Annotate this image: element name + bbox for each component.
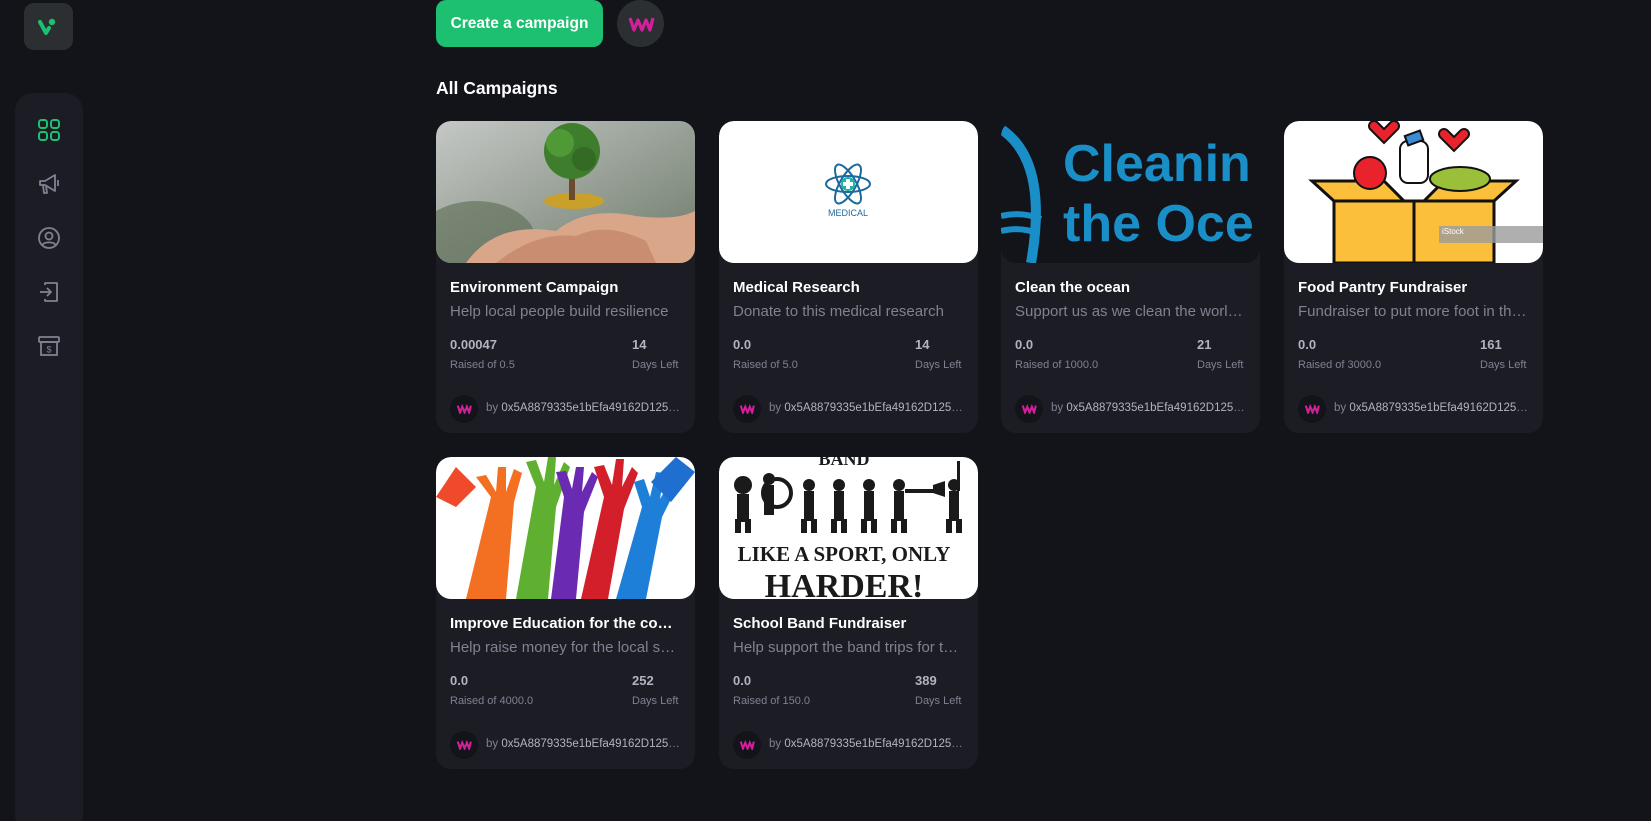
section-title: All Campaigns — [436, 78, 558, 98]
campaign-card[interactable]: iStock Food Pantry Fundraiser Fundraiser… — [1284, 121, 1543, 433]
campaign-description: Help raise money for the local school — [450, 639, 682, 656]
campaign-title: Improve Education for the community — [450, 615, 682, 632]
campaign-card[interactable]: BAND LIKE A SPORT, ONLY HARDER! School B… — [719, 457, 978, 769]
owner-address: by 0x5A8879335e1bEfa49162D125bed0c9A1B0b… — [1051, 402, 1249, 414]
owner-avatar — [1298, 395, 1326, 423]
campaign-image — [436, 457, 695, 599]
campaign-title: School Band Fundraiser — [733, 615, 907, 632]
logo-icon — [37, 18, 55, 35]
amount-raised: 0.0 — [450, 673, 469, 688]
owner-address: by 0x5A8879335e1bEfa49162D125bed0c9A1B0b… — [769, 738, 967, 750]
image-caption: LIKE A SPORT, ONLY — [738, 542, 951, 566]
owner-avatar — [733, 731, 761, 759]
dashboard-icon — [38, 119, 60, 141]
days-left: 161 — [1480, 337, 1502, 352]
days-left-label: Days Left — [915, 695, 962, 707]
image-caption: iStock — [1442, 227, 1465, 236]
campaign-description: Help support the band trips for the scho… — [733, 639, 965, 656]
amount-raised: 0.0 — [733, 673, 752, 688]
nav-campaign[interactable] — [35, 170, 63, 198]
withdraw-icon: $ — [38, 336, 60, 356]
campaign-image: MEDICAL — [719, 121, 978, 263]
brand-icon — [1021, 404, 1037, 414]
amount-raised: 0.0 — [1015, 337, 1034, 352]
image-caption: HARDER! — [765, 568, 924, 599]
campaign-card[interactable]: Cleanin the Oce Clean the ocean Support … — [1001, 121, 1260, 433]
campaign-image: Cleanin the Oce — [1001, 121, 1260, 263]
raised-label: Raised of 0.5 — [450, 359, 515, 371]
days-left: 14 — [632, 337, 647, 352]
sidebar-nav: $ — [15, 93, 83, 821]
amount-raised: 0.0 — [1298, 337, 1317, 352]
raised-label: Raised of 150.0 — [733, 695, 811, 707]
brand-icon — [739, 404, 755, 414]
days-left: 14 — [915, 337, 930, 352]
nav-withdraw[interactable]: $ — [35, 332, 63, 360]
campaign-image — [436, 121, 695, 263]
nav-profile[interactable] — [35, 224, 63, 252]
megaphone-icon — [39, 174, 59, 194]
amount-raised: 0.00047 — [450, 337, 497, 352]
owner-avatar — [1015, 395, 1043, 423]
campaign-card[interactable]: Improve Education for the community Help… — [436, 457, 695, 769]
brand-icon — [456, 404, 472, 414]
app-logo[interactable] — [24, 3, 73, 50]
brand-icon — [739, 740, 755, 750]
campaign-card[interactable]: MEDICAL Medical Research Donate to this … — [719, 121, 978, 433]
profile-avatar-button[interactable] — [617, 0, 664, 47]
owner-address: by 0x5A8879335e1bEfa49162D125bed0c9A1B0b… — [486, 402, 684, 414]
campaign-title: Medical Research — [733, 279, 860, 296]
logout-icon — [40, 282, 58, 302]
create-campaign-button[interactable]: Create a campaign — [436, 0, 603, 47]
campaign-title: Environment Campaign — [450, 279, 619, 296]
owner-address: by 0x5A8879335e1bEfa49162D125bed0c9A1B0b… — [769, 402, 967, 414]
campaign-title: Food Pantry Fundraiser — [1298, 279, 1468, 296]
days-left-label: Days Left — [632, 695, 679, 707]
days-left-label: Days Left — [632, 359, 679, 371]
image-caption: MEDICAL — [828, 208, 868, 218]
raised-label: Raised of 3000.0 — [1298, 359, 1382, 371]
raised-label: Raised of 4000.0 — [450, 695, 534, 707]
svg-text:$: $ — [46, 345, 51, 355]
campaign-description: Support us as we clean the world's ocean… — [1015, 303, 1247, 320]
image-caption: the Oce — [1063, 195, 1254, 253]
profile-icon — [38, 227, 60, 249]
campaign-description: Fundraiser to put more foot in the pantr… — [1298, 303, 1530, 320]
brand-icon — [1304, 404, 1320, 414]
days-left: 252 — [632, 673, 654, 688]
campaign-card[interactable]: Environment Campaign Help local people b… — [436, 121, 695, 433]
campaign-image: iStock — [1284, 121, 1543, 263]
owner-avatar — [733, 395, 761, 423]
campaign-description: Donate to this medical research — [733, 303, 944, 320]
days-left-label: Days Left — [1197, 359, 1244, 371]
campaign-image: BAND LIKE A SPORT, ONLY HARDER! — [719, 457, 978, 599]
days-left-label: Days Left — [915, 359, 962, 371]
owner-address: by 0x5A8879335e1bEfa49162D125bed0c9A1B0b… — [1334, 402, 1532, 414]
days-left: 389 — [915, 673, 937, 688]
nav-logout[interactable] — [35, 278, 63, 306]
amount-raised: 0.0 — [733, 337, 752, 352]
nav-dashboard[interactable] — [35, 116, 63, 144]
owner-avatar — [450, 395, 478, 423]
owner-avatar — [450, 731, 478, 759]
owner-address: by 0x5A8879335e1bEfa49162D125bed0c9A1B0b… — [486, 738, 684, 750]
days-left: 21 — [1197, 337, 1212, 352]
days-left-label: Days Left — [1480, 359, 1527, 371]
campaign-description: Help local people build resilience — [450, 303, 669, 320]
brand-icon — [456, 740, 472, 750]
brand-icon — [627, 16, 655, 32]
raised-label: Raised of 1000.0 — [1015, 359, 1099, 371]
image-caption: BAND — [818, 457, 869, 469]
campaign-title: Clean the ocean — [1015, 279, 1131, 296]
image-caption: Cleanin — [1063, 135, 1251, 193]
raised-label: Raised of 5.0 — [733, 359, 798, 371]
